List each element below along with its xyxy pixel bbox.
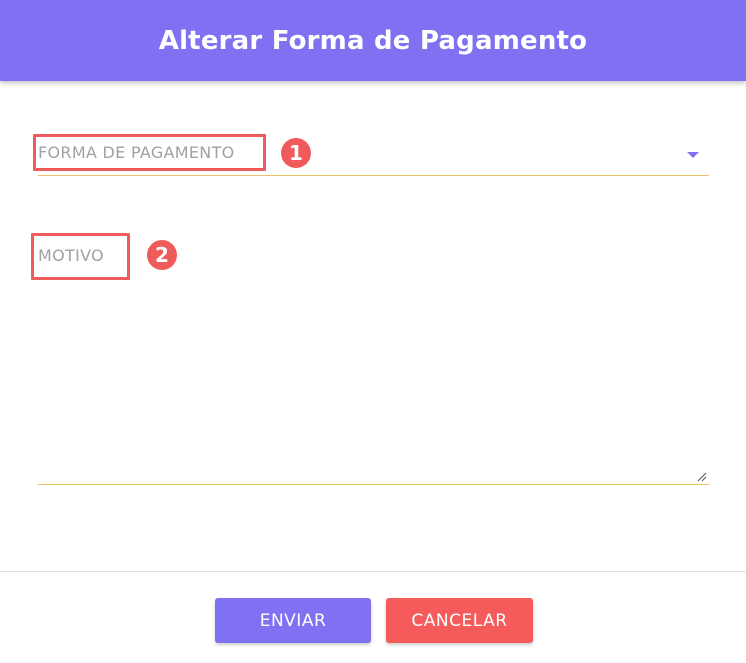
dialog-header: Alterar Forma de Pagamento xyxy=(0,0,746,81)
resize-grip-icon[interactable] xyxy=(697,472,707,482)
footer-divider xyxy=(0,571,746,572)
callout-highlight-payment-method xyxy=(33,134,266,171)
callout-badge-1: 1 xyxy=(281,138,311,168)
callout-badge-2: 2 xyxy=(147,240,177,270)
callout-highlight-reason xyxy=(31,233,130,280)
change-payment-dialog: Alterar Forma de Pagamento FORMA DE PAGA… xyxy=(0,0,746,663)
cancel-button[interactable]: CANCELAR xyxy=(386,598,533,643)
reason-textarea[interactable]: MOTIVO xyxy=(38,232,709,485)
chevron-down-icon[interactable] xyxy=(687,152,699,158)
submit-button[interactable]: ENVIAR xyxy=(215,598,371,643)
dialog-title: Alterar Forma de Pagamento xyxy=(158,25,588,56)
